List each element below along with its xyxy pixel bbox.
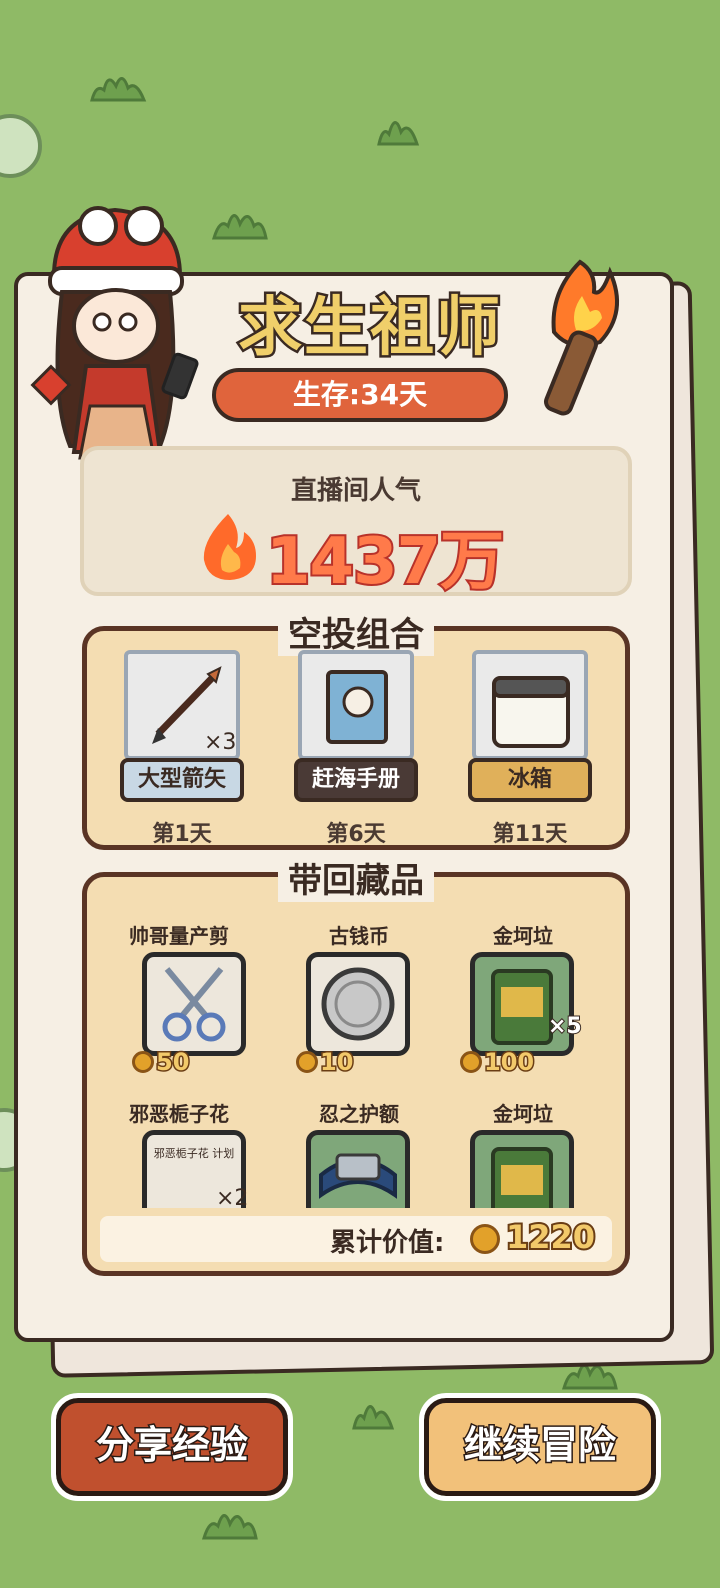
grass-decoration [211,214,268,240]
poster-text: 邪恶栀子花 计划 [153,1147,235,1160]
collectible-value: 10 [296,1047,355,1078]
collectible-quantity: ×2 [216,1186,249,1208]
coin-icon [296,1051,318,1073]
fridge-icon [492,676,570,748]
airdrop-item-name: 大型箭矢 [120,758,244,802]
airdrop-item-name: 冰箱 [468,758,592,802]
airdrop-title: 空投组合 [278,607,434,656]
continue-button[interactable]: 继续冒险 [419,1393,661,1501]
collectible-quantity: ×5 [547,1013,583,1040]
collectible-name: 金坷垃 [493,1102,553,1126]
fire-icon [203,514,256,580]
survival-days-badge: 生存:34天 [212,368,508,422]
scissors-icon [162,967,226,1042]
popularity-panel: 直播间人气 1437万 [80,446,632,601]
airdrop-item-card[interactable] [298,650,414,760]
collectible-value: 50 [132,1047,191,1078]
grass-decoration [90,77,147,102]
coin-icon [321,967,395,1041]
collectible-name: 忍之护额 [319,1102,399,1126]
collectible-name: 邪恶栀子花 [129,1102,229,1126]
collectibles-scroll-area[interactable]: 邪恶栀子花 邪恶栀子花 计划 ×2 忍之护额 金坷垃 [88,1090,624,1208]
collectible-card[interactable] [306,1130,410,1208]
popularity-label: 直播间人气 [290,476,421,506]
coin-icon [460,1051,482,1073]
coin-icon [132,1051,154,1073]
airdrop-day: 第6天 [326,822,386,847]
popularity-value: 1437万 [264,523,506,601]
side-chat-icon[interactable] [0,114,42,178]
collectible-name: 古钱币 [329,924,389,948]
total-value-label: 累计价值: [330,1228,445,1258]
airdrop-quantity: ×3 [204,730,237,755]
collectible-value: 100 [460,1047,536,1078]
book-icon [326,670,388,744]
total-value-bar: 累计价值: 1220 [100,1216,612,1262]
grass-decoration [377,121,420,146]
collectible-card[interactable] [470,952,574,1056]
share-button[interactable]: 分享经验 [51,1393,293,1501]
collectible-name: 金坷垃 [493,924,553,948]
headband-icon [319,1153,397,1199]
character-avatar [30,206,199,460]
fertilizer-bag-icon [491,1147,553,1208]
game-title: 求生祖师 [236,289,503,368]
airdrop-item-name: 赶海手册 [294,758,418,802]
airdrop-item-card[interactable] [472,650,588,760]
total-value: 1220 [504,1216,597,1258]
torch-icon [544,259,619,416]
collectible-card[interactable] [306,952,410,1056]
collectible-name: 帅哥量产剪 [129,924,229,948]
coin-icon [470,1224,500,1254]
collectibles-title: 带回藏品 [278,853,434,902]
grass-decoration [201,1514,258,1540]
airdrop-day: 第11天 [492,822,568,847]
airdrop-day: 第1天 [152,822,212,847]
grass-decoration [352,1405,395,1430]
collectible-card[interactable] [142,952,246,1056]
collectible-card[interactable] [470,1130,574,1208]
